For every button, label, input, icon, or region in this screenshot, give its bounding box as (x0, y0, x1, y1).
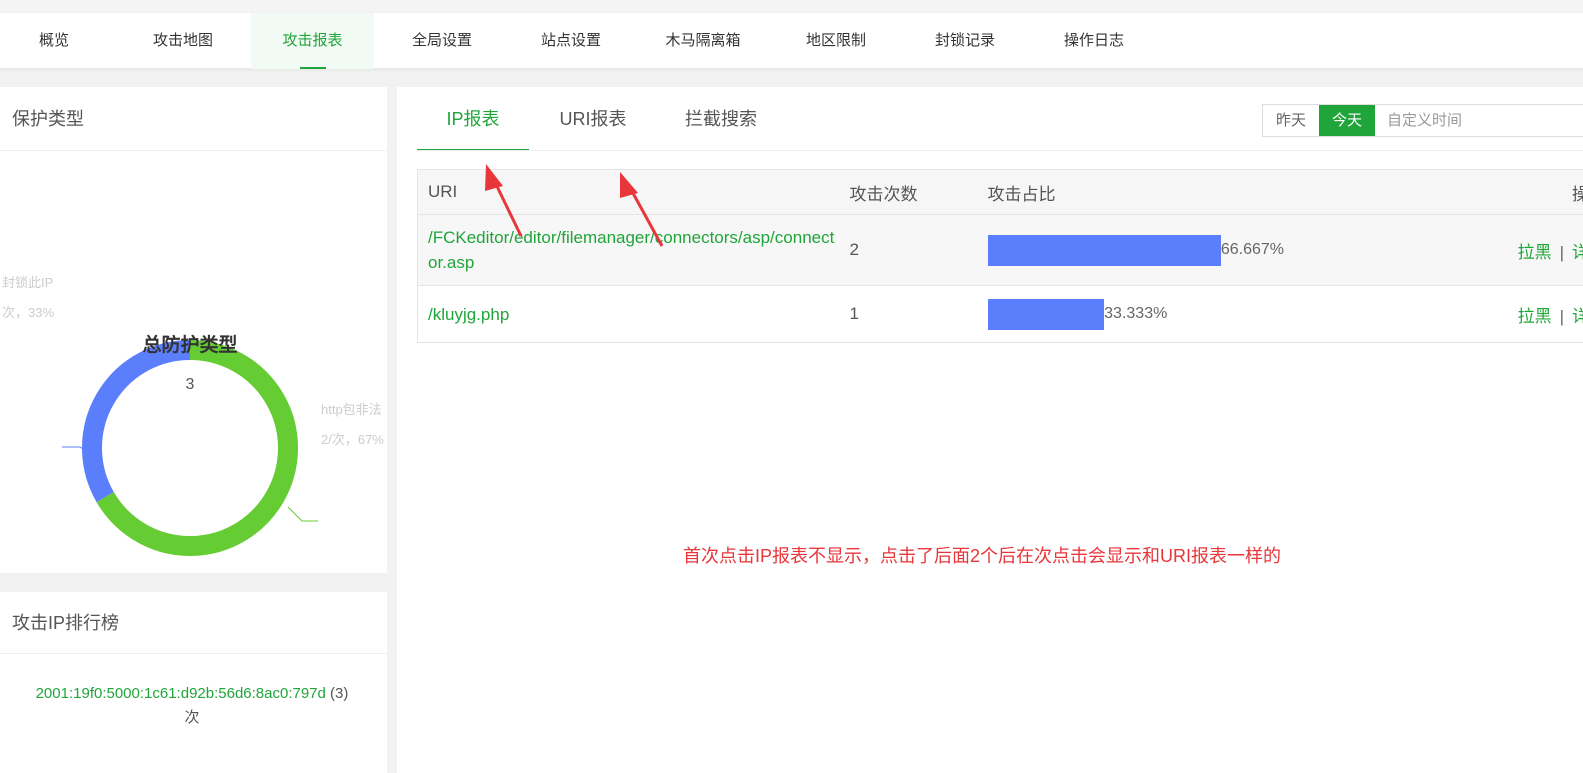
donut-slice[interactable] (82, 340, 191, 502)
panel-title: 保护类型 (0, 87, 387, 151)
tab-divider (417, 150, 1583, 151)
row-uri-link[interactable]: /FCKeditor/editor/filemanager/connectors… (428, 225, 850, 275)
nav-operation-log[interactable]: 操作日志 (1032, 13, 1156, 69)
donut-detail-blocked: 次，33% (2, 305, 55, 320)
donut-label-blocked: 封锁此IP (2, 275, 54, 290)
nav-block-records[interactable]: 封锁记录 (903, 13, 1027, 69)
donut-detail-http: 2/次，67% (321, 432, 384, 447)
op-separator: | (1559, 242, 1564, 262)
nav-site-settings[interactable]: 站点设置 (509, 13, 633, 69)
detail-link[interactable]: 详情 (1572, 307, 1583, 326)
row-count: 2 (849, 214, 988, 286)
top-strip (0, 0, 1583, 13)
col-count: 攻击次数 (849, 169, 988, 215)
donut-center-title: 总防护类型 (142, 335, 238, 356)
col-ratio: 攻击占比 (987, 169, 1468, 215)
ratio-bar (987, 298, 1105, 330)
date-today-button[interactable]: 今天 (1319, 105, 1375, 136)
annotation-note: 首次点击IP报表不显示，点击了后面2个后在次点击会显示和URI报表一样的 (683, 546, 1282, 566)
ratio-text: 33.333% (1104, 305, 1168, 322)
attack-ip-rank-panel: 攻击IP排行榜 2001:19f0:5000:1c61:d92b:56d6:8a… (0, 592, 387, 773)
nav-overview[interactable]: 概览 (0, 13, 108, 69)
table-row: /FCKeditor/editor/filemanager/connectors… (417, 214, 1583, 286)
tab-uri-report[interactable]: URI报表 (537, 87, 649, 151)
nav-active-underline (299, 67, 326, 69)
row-uri-link[interactable]: /kluyjg.php (428, 302, 850, 327)
row-count: 1 (849, 285, 988, 343)
donut-leader-http (287, 506, 318, 522)
tab-intercept-search[interactable]: 拦截搜索 (663, 87, 779, 151)
nav-region-limit[interactable]: 地区限制 (774, 13, 898, 69)
ip-rank-item: 2001:19f0:5000:1c61:d92b:56d6:8ac0:797d … (12, 682, 372, 730)
table-header-row: URI 攻击次数 攻击占比 操作 (417, 169, 1583, 215)
nav-attack-map[interactable]: 攻击地图 (122, 13, 244, 69)
nav-attack-report[interactable]: 攻击报表 (251, 13, 374, 69)
ip-rank-unit: 次 (184, 709, 200, 726)
col-uri: URI (417, 169, 850, 215)
ip-rank-count: (3) (330, 685, 349, 702)
ratio-cell: 66.667% (987, 234, 1468, 266)
tab-ip-report[interactable]: IP报表 (417, 87, 529, 151)
col-op: 操作 (1467, 169, 1583, 215)
report-panel: IP报表 URI报表 拦截搜索 昨天 今天 URI 攻击次数 攻击占比 操作 /… (397, 87, 1583, 773)
donut-label-http: http包非法 (321, 402, 382, 417)
ratio-bar (987, 234, 1221, 266)
report-table: URI 攻击次数 攻击占比 操作 /FCKeditor/editor/filem… (417, 169, 1583, 343)
protection-type-panel: 保护类型 总防护类型 3 封锁此IP 次，33% http包非法 2/次，67% (0, 87, 387, 573)
top-navigation: 概览 攻击地图 攻击报表 全局设置 站点设置 木马隔离箱 地区限制 封锁记录 操… (0, 13, 1583, 69)
ip-rank-ip[interactable]: 2001:19f0:5000:1c61:d92b:56d6:8ac0:797d (36, 685, 326, 702)
custom-date-input[interactable] (1375, 105, 1583, 136)
date-filter: 昨天 今天 (1262, 104, 1583, 137)
ratio-text: 66.667% (1220, 241, 1284, 258)
donut-center-count: 3 (185, 376, 195, 393)
table-row: /kluyjg.php 1 33.333% 拉黑 | 详情 (417, 285, 1583, 343)
op-separator: | (1559, 306, 1564, 326)
nav-global-settings[interactable]: 全局设置 (380, 13, 504, 69)
date-yesterday-button[interactable]: 昨天 (1263, 105, 1319, 136)
donut-svg (62, 340, 318, 556)
blacklist-link[interactable]: 拉黑 (1518, 243, 1552, 262)
blacklist-link[interactable]: 拉黑 (1518, 307, 1552, 326)
ratio-cell: 33.333% (987, 298, 1468, 330)
panel-title: 攻击IP排行榜 (0, 592, 387, 654)
protection-donut-chart (0, 151, 387, 573)
detail-link[interactable]: 详情 (1572, 243, 1583, 262)
nav-trojan-quarantine[interactable]: 木马隔离箱 (640, 13, 766, 69)
